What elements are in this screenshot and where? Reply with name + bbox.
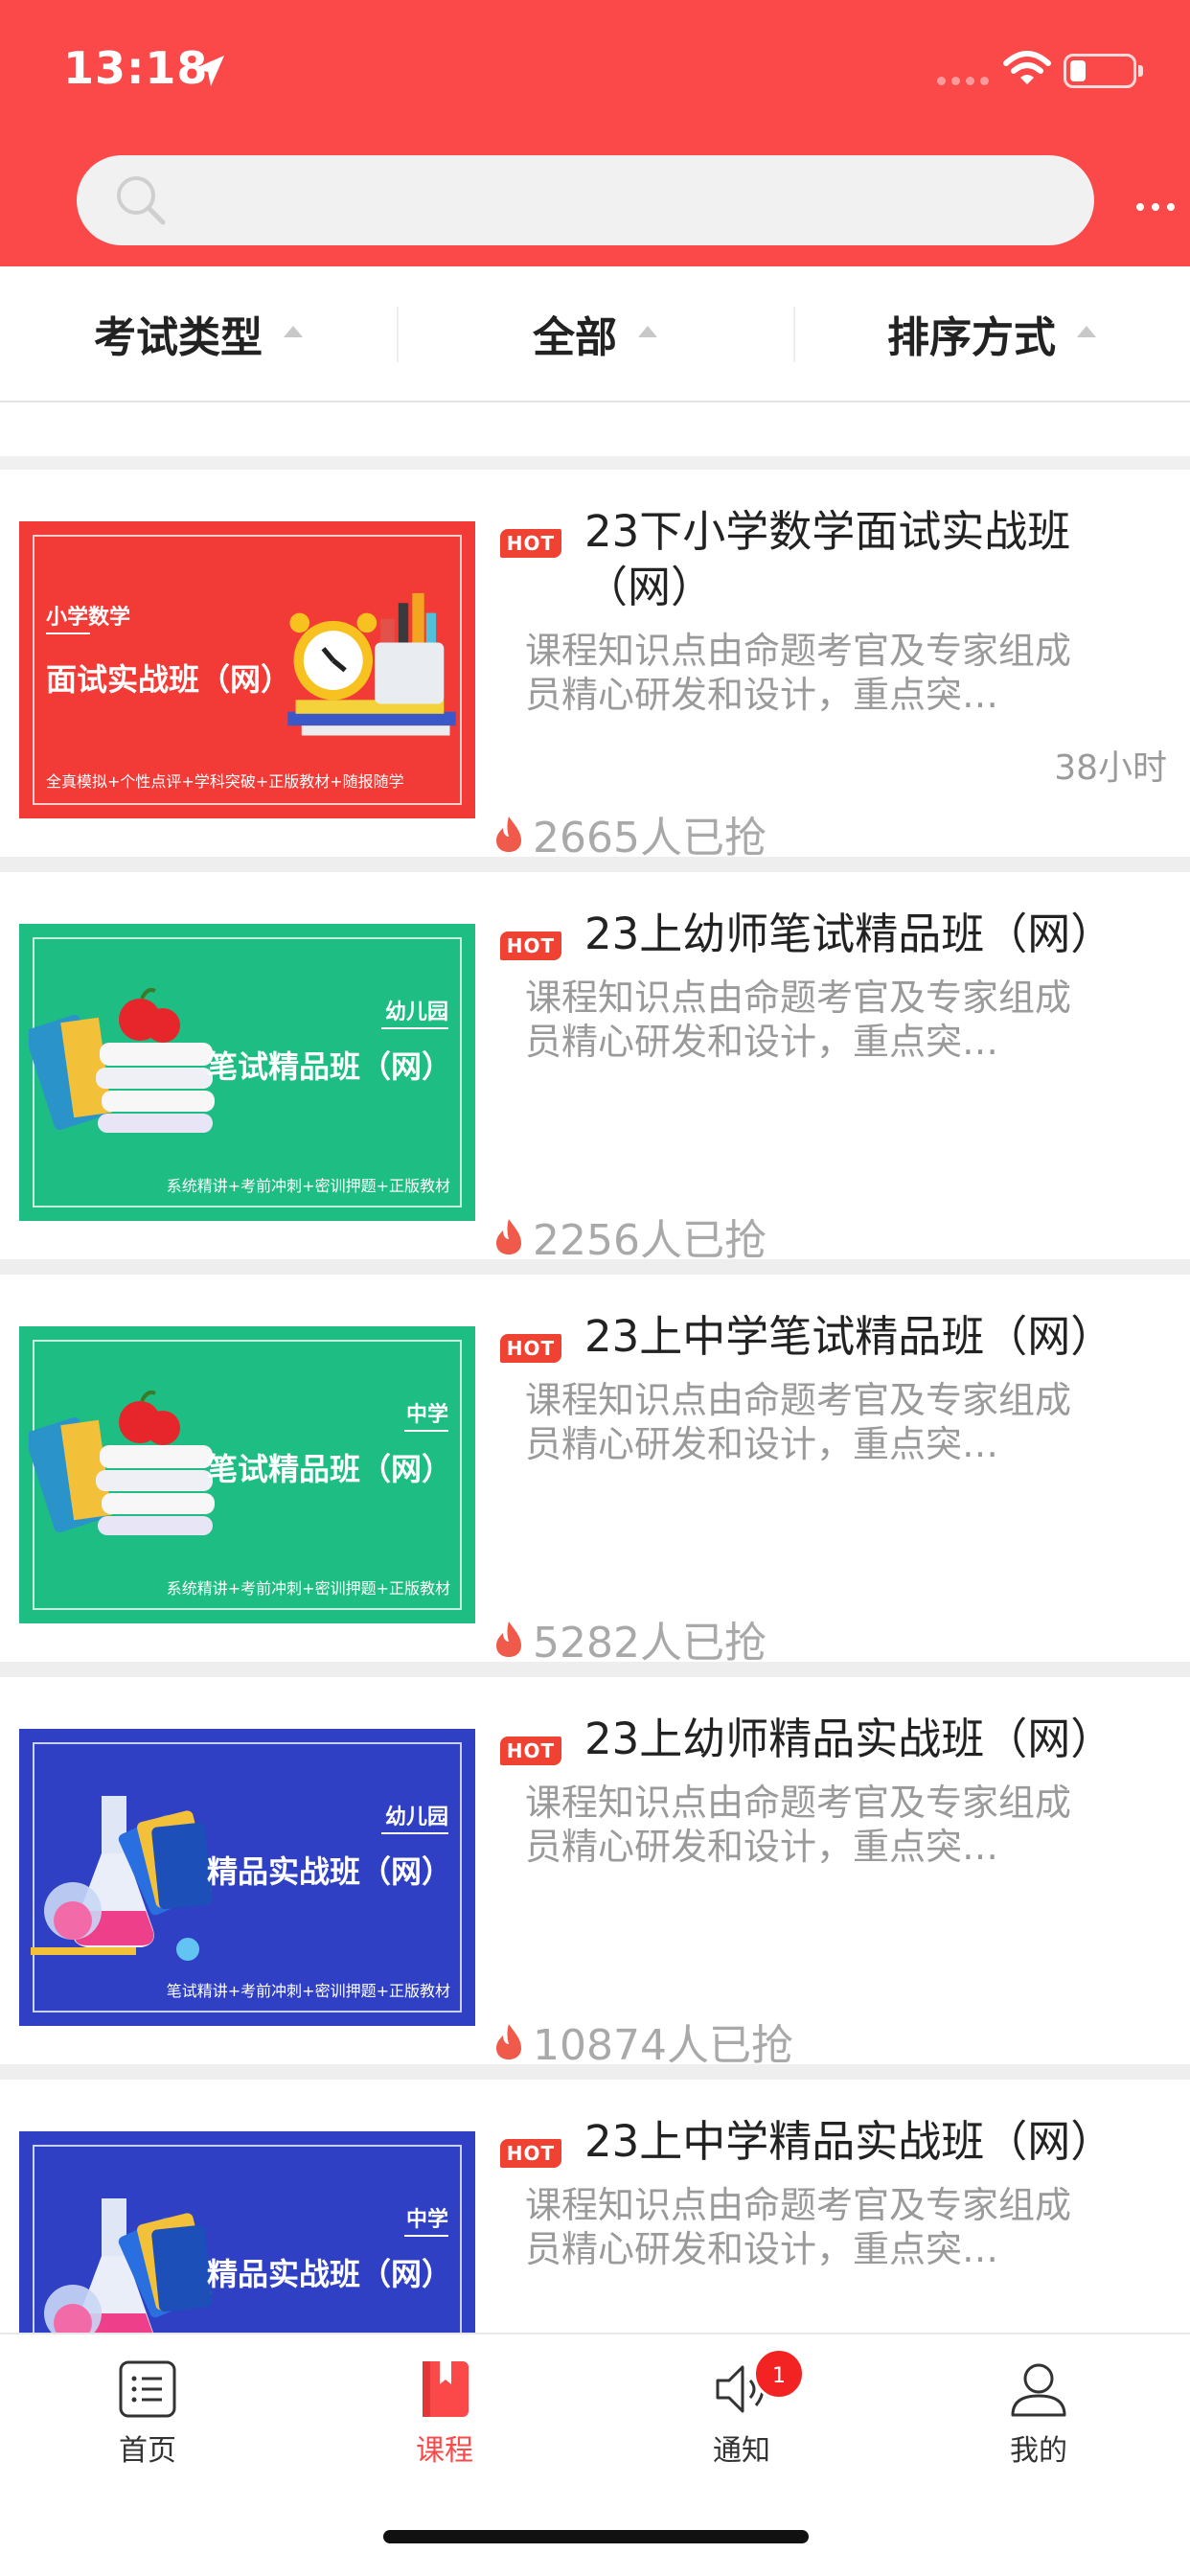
flame-icon — [496, 816, 521, 852]
thumbnail-title: 精品实战班（网） — [206, 1853, 452, 1890]
sold-count-text: 5282人已抢 — [533, 1619, 767, 1668]
course-thumbnail: 幼儿园 精品实战班（网） 笔试精讲+考前冲刺+密训押题+正版教材 — [19, 1729, 475, 2026]
filter-label: 排序方式 — [887, 313, 1056, 362]
tab-mine[interactable]: 我的 — [962, 2359, 1115, 2469]
hot-badge: HOT — [500, 932, 561, 960]
thumbnail-tagline: 笔试精讲+考前冲刺+密训押题+正版教材 — [166, 1982, 450, 2000]
course-thumbnail: 中学 笔试精品班（网） 系统精讲+考前冲刺+密训押题+正版教材 — [19, 1326, 475, 1623]
spacer — [0, 402, 1190, 470]
tab-notify[interactable]: 1 通知 — [665, 2348, 818, 2469]
tab-label: 首页 — [119, 2434, 176, 2468]
filter-bar: 考试类型 全部 排序方式 — [0, 266, 1190, 402]
course-card[interactable]: 幼儿园 笔试精品班（网） 系统精讲+考前冲刺+密训押题+正版教材 HOT 23上… — [0, 872, 1190, 1275]
search-input[interactable] — [77, 155, 1094, 245]
sold-count: 10874人已抢 — [494, 2011, 793, 2072]
search-icon — [117, 176, 166, 225]
course-list: 小学数学 面试实战班（网） 全真模拟+个性点评+学科突破+正版教材+随报随学 H… — [0, 470, 1190, 2482]
header: 13:18 — [0, 0, 1190, 266]
flasks-books-icon — [31, 1796, 213, 1961]
sold-count: 2665人已抢 — [494, 803, 767, 864]
tab-label: 我的 — [1010, 2434, 1067, 2468]
course-description: 课程知识点由命题考官及专家组成员精心研发和设计，重点突… — [525, 1379, 1072, 1465]
course-title: 23上中学笔试精品班（网） — [584, 1311, 1114, 1362]
thumbnail-tagline: 全真模拟+个性点评+学科突破+正版教材+随报随学 — [46, 772, 404, 791]
thumbnail-subject: 中学 — [405, 1403, 448, 1427]
status-time: 13:18 — [63, 42, 209, 94]
tab-label: 课程 — [416, 2434, 473, 2468]
thumbnail-tagline: 系统精讲+考前冲刺+密训押题+正版教材 — [166, 1579, 450, 1598]
caret-up-icon — [638, 326, 657, 337]
course-description: 课程知识点由命题考官及专家组成员精心研发和设计，重点突… — [525, 630, 1072, 716]
sold-count: 5282人已抢 — [494, 1608, 767, 1669]
location-arrow-icon — [194, 56, 224, 86]
caret-up-icon — [1077, 326, 1096, 337]
thumbnail-subject: 幼儿园 — [384, 1806, 448, 1829]
user-icon — [1011, 2363, 1066, 2417]
battery-icon — [1064, 54, 1143, 88]
sold-count-text: 2256人已抢 — [533, 1216, 767, 1265]
course-title: 23下小学数学面试实战班（网） — [584, 506, 1071, 612]
notification-badge: 1 — [753, 2348, 805, 2400]
wifi-icon — [1003, 51, 1051, 84]
course-description: 课程知识点由命题考官及专家组成员精心研发和设计，重点突… — [525, 977, 1072, 1063]
filter-sort[interactable]: 排序方式 — [793, 266, 1190, 401]
filter-label: 全部 — [533, 313, 617, 362]
course-title: 23上中学精品实战班（网） — [584, 2116, 1114, 2167]
course-title: 23上幼师笔试精品班（网） — [584, 908, 1114, 959]
filter-exam-type[interactable]: 考试类型 — [0, 266, 397, 401]
book-icon — [423, 2361, 469, 2417]
course-thumbnail: 小学数学 面试实战班（网） 全真模拟+个性点评+学科突破+正版教材+随报随学 — [19, 521, 475, 818]
hot-badge: HOT — [500, 1334, 561, 1363]
thumbnail-subject: 小学数学 — [46, 606, 131, 630]
filter-all[interactable]: 全部 — [397, 266, 793, 401]
flame-icon — [496, 1219, 521, 1254]
caret-up-icon — [284, 326, 303, 337]
sold-count: 2256人已抢 — [494, 1206, 767, 1267]
thumbnail-tagline: 系统精讲+考前冲刺+密训押题+正版教材 — [166, 1177, 450, 1195]
sold-count-text: 2665人已抢 — [533, 814, 767, 862]
sold-count-text: 10874人已抢 — [533, 2021, 793, 2070]
course-hours: 38小时 — [1054, 748, 1167, 788]
course-description: 课程知识点由命题考官及专家组成员精心研发和设计，重点突… — [525, 1782, 1072, 1868]
alarm-clock-pencils-icon — [287, 592, 456, 736]
course-description: 课程知识点由命题考官及专家组成员精心研发和设计，重点突… — [525, 2184, 1072, 2270]
tab-label: 通知 — [713, 2434, 770, 2468]
cellular-signal-icon — [937, 77, 989, 85]
more-icon[interactable] — [1136, 203, 1175, 211]
thumbnail-title: 笔试精品班（网） — [206, 1048, 452, 1085]
course-card[interactable]: 小学数学 面试实战班（网） 全真模拟+个性点评+学科突破+正版教材+随报随学 H… — [0, 470, 1190, 872]
flame-icon — [496, 1622, 521, 1657]
list-icon — [119, 2360, 176, 2418]
filter-label: 考试类型 — [94, 313, 263, 362]
home-indicator[interactable] — [383, 2530, 809, 2543]
thumbnail-subject: 幼儿园 — [384, 1000, 448, 1024]
course-card[interactable]: 幼儿园 精品实战班（网） 笔试精讲+考前冲刺+密训押题+正版教材 HOT 23上… — [0, 1677, 1190, 2080]
hot-badge: HOT — [500, 529, 561, 558]
hot-badge: HOT — [500, 1736, 561, 1765]
tab-home[interactable]: 首页 — [71, 2359, 224, 2469]
thumbnail-title: 笔试精品班（网） — [206, 1451, 452, 1487]
thumbnail-title: 精品实战班（网） — [206, 2256, 452, 2292]
flame-icon — [496, 2024, 521, 2059]
course-thumbnail: 幼儿园 笔试精品班（网） 系统精讲+考前冲刺+密训押题+正版教材 — [19, 924, 475, 1221]
tab-courses[interactable]: 课程 — [368, 2359, 521, 2469]
course-title: 23上幼师精品实战班（网） — [584, 1714, 1114, 1764]
course-card[interactable]: 中学 笔试精品班（网） 系统精讲+考前冲刺+密训押题+正版教材 HOT 23上中… — [0, 1275, 1190, 1677]
thumbnail-title: 面试实战班（网） — [46, 661, 292, 698]
hot-badge: HOT — [500, 2139, 561, 2168]
thumbnail-subject: 中学 — [405, 2208, 448, 2232]
